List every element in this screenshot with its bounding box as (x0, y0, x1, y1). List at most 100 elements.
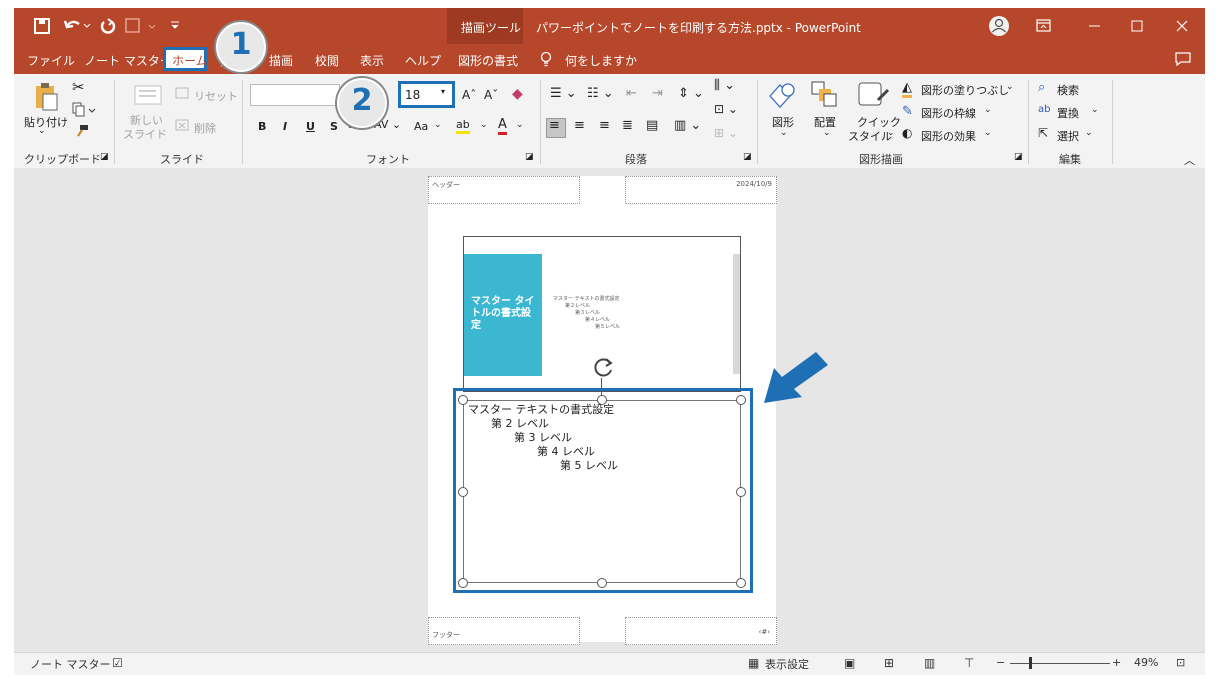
resize-handle-right[interactable] (736, 487, 746, 497)
resize-handle-bottom-right[interactable] (736, 578, 746, 588)
maximize-icon[interactable] (1129, 18, 1145, 34)
delete-slide-icon[interactable] (174, 118, 190, 132)
quick-styles-dropdown-icon[interactable]: ⌄ (887, 128, 895, 138)
align-center-icon[interactable]: ≡ (574, 118, 585, 133)
tab-draw[interactable]: 描画 (269, 52, 293, 69)
align-right-icon[interactable]: ≡ (599, 118, 610, 133)
increase-indent-icon[interactable]: ⇥ (652, 86, 663, 101)
delete-slide-label[interactable]: 削除 (194, 120, 216, 136)
font-color-icon[interactable]: A (498, 117, 507, 135)
italic-button[interactable]: I (283, 120, 287, 133)
header-placeholder[interactable]: ヘッダー (428, 176, 580, 204)
new-slide-label-2[interactable]: スライド (123, 126, 167, 142)
new-slide-icon[interactable] (134, 82, 164, 106)
display-settings-label[interactable]: 表示設定 (765, 656, 809, 672)
display-settings-icon[interactable]: ▦ (748, 656, 759, 670)
minimize-icon[interactable] (1087, 18, 1103, 34)
start-slideshow-icon[interactable] (124, 17, 160, 35)
bold-button[interactable]: B (258, 120, 266, 133)
resize-handle-top-right[interactable] (736, 395, 746, 405)
zoom-out-icon[interactable]: − (996, 656, 1005, 669)
slideshow-view-icon[interactable]: ⊤ (964, 656, 974, 670)
font-size-box[interactable]: 18 ▾ (398, 81, 455, 108)
find-label[interactable]: 検索 (1057, 82, 1079, 98)
zoom-slider-thumb[interactable] (1029, 657, 1032, 669)
font-name-box[interactable] (250, 84, 340, 106)
shape-outline-icon[interactable]: ✎ (902, 104, 913, 119)
shapes-icon[interactable] (766, 80, 800, 110)
resize-handle-bottom[interactable] (597, 578, 607, 588)
shape-effects-icon[interactable]: ◐ (902, 126, 912, 140)
page-number-placeholder[interactable]: ‹#› (625, 617, 777, 645)
clear-formatting-icon[interactable]: ◆ (512, 86, 523, 102)
tell-me-search[interactable]: 何をしますか (565, 52, 637, 69)
underline-button[interactable]: U (306, 120, 315, 133)
numbering-icon[interactable]: ☷ ⌄ (587, 86, 614, 101)
quick-styles-label-2[interactable]: スタイル (848, 128, 892, 144)
zoom-level[interactable]: 49% (1134, 656, 1158, 669)
tab-file[interactable]: ファイル (27, 52, 75, 69)
shape-effects-dropdown-icon[interactable]: ⌄ (984, 128, 992, 138)
save-icon[interactable] (32, 16, 52, 36)
undo-icon[interactable] (62, 16, 92, 36)
paragraph-launcher-icon[interactable]: ◪ (743, 152, 752, 162)
collapse-ribbon-icon[interactable]: ︿ (1184, 152, 1195, 168)
drawing-launcher-icon[interactable]: ◪ (1014, 152, 1023, 162)
account-icon[interactable] (987, 14, 1011, 38)
tab-notes-master[interactable]: ノート マスター (84, 52, 172, 69)
reset-icon[interactable] (174, 86, 190, 100)
shape-fill-label[interactable]: 図形の塗りつぶし (921, 82, 1009, 98)
redo-icon[interactable] (98, 16, 118, 36)
shape-fill-dropdown-icon[interactable]: ⌄ (1006, 82, 1014, 92)
font-size-dropdown-icon[interactable]: ▾ (441, 87, 445, 96)
normal-view-icon[interactable]: ▣ (844, 656, 855, 670)
smartart-icon[interactable]: ⊞ ⌄ (714, 126, 738, 140)
align-text-icon[interactable]: ⊡ ⌄ (714, 102, 738, 116)
tab-review[interactable]: 校閲 (315, 52, 339, 69)
tab-help[interactable]: ヘルプ (405, 52, 441, 69)
increase-font-icon[interactable]: Aˆ (462, 88, 476, 102)
arrange-dropdown-icon[interactable]: ⌄ (823, 128, 831, 138)
font-launcher-icon[interactable]: ◪ (525, 152, 534, 162)
paste-dropdown-icon[interactable]: ⌄ (38, 126, 46, 136)
rotate-handle-icon[interactable] (591, 355, 617, 379)
clipboard-launcher-icon[interactable]: ◪ (100, 152, 109, 162)
decrease-indent-icon[interactable]: ⇤ (626, 86, 637, 101)
ribbon-display-icon[interactable] (1036, 18, 1052, 34)
change-case-dropdown-icon[interactable]: ⌄ (434, 120, 442, 130)
accessibility-icon[interactable]: ☑ (112, 656, 123, 670)
shapes-dropdown-icon[interactable]: ⌄ (780, 128, 788, 138)
paste-label[interactable]: 貼り付け (24, 114, 68, 130)
format-painter-icon[interactable] (74, 124, 90, 138)
tab-view[interactable]: 表示 (360, 52, 384, 69)
tab-home[interactable]: ホーム (172, 52, 208, 69)
zoom-slider-track[interactable] (1010, 663, 1110, 664)
copy-icon[interactable] (72, 102, 98, 118)
date-placeholder[interactable]: 2024/10/9 (625, 176, 777, 204)
highlight-dropdown-icon[interactable]: ⌄ (480, 120, 488, 130)
reset-label[interactable]: リセット (194, 88, 238, 104)
slide-sorter-icon[interactable]: ⊞ (884, 656, 894, 670)
customize-toolbar-icon[interactable] (170, 20, 180, 32)
shape-fill-icon[interactable]: ◭ (902, 80, 912, 98)
shape-outline-label[interactable]: 図形の枠線 (921, 105, 976, 121)
change-case-button[interactable]: Aa (414, 120, 428, 133)
zoom-in-icon[interactable]: + (1112, 656, 1121, 669)
bullets-icon[interactable]: ☰ ⌄ (550, 86, 577, 101)
font-color-dropdown-icon[interactable]: ⌄ (516, 120, 524, 130)
reading-view-icon[interactable]: ▥ (924, 656, 935, 670)
close-icon[interactable] (1174, 18, 1190, 34)
line-spacing-icon[interactable]: ⇕ ⌄ (678, 86, 704, 101)
find-icon[interactable]: ⌕ (1038, 80, 1045, 95)
replace-icon[interactable]: ab (1038, 104, 1050, 115)
shape-outline-dropdown-icon[interactable]: ⌄ (984, 105, 992, 115)
distributed-icon[interactable]: ▤ (646, 118, 658, 133)
shadow-button[interactable]: S (330, 120, 338, 133)
quick-styles-icon[interactable] (856, 80, 890, 112)
resize-handle-left[interactable] (458, 487, 468, 497)
columns-icon[interactable]: ▥ ⌄ (674, 118, 701, 133)
tab-shape-format[interactable]: 図形の書式 (458, 52, 518, 69)
fit-to-window-icon[interactable]: ⊡ (1176, 656, 1185, 669)
select-label[interactable]: 選択 (1057, 128, 1079, 144)
highlight-color-icon[interactable]: ab (456, 118, 470, 134)
